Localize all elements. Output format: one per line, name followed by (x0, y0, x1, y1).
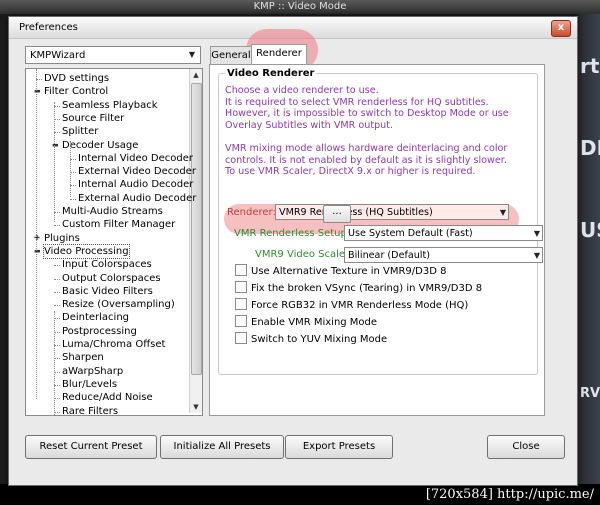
tree-connector (70, 198, 76, 200)
tree-connector (54, 265, 60, 267)
setup-value: Use System Default (Fast) (348, 228, 473, 239)
tree-connector (54, 291, 60, 293)
export-presets-button[interactable]: Export Presets (285, 435, 393, 459)
setup-label: VMR Renderless Setup: (234, 228, 351, 239)
tree-item[interactable]: Rare Filters (62, 405, 118, 416)
scroll-down-icon[interactable]: ▼ (190, 401, 202, 413)
tree-item[interactable]: External Audio Decoder (78, 192, 196, 205)
preset-select[interactable]: KMPWizard ▼ (25, 46, 201, 64)
bg-fragment-3: US (580, 218, 600, 242)
checkbox-alt-texture[interactable]: Use Alternative Texture in VMR9/D3D 8 (235, 264, 447, 279)
tree-item[interactable]: ▬ Filter Control (34, 85, 108, 98)
scroll-thumb[interactable] (191, 83, 202, 375)
checkbox-icon[interactable] (235, 315, 247, 327)
tree-item[interactable]: Custom Filter Manager (62, 218, 175, 231)
info-text: controls. It is not enabled by default a… (225, 154, 507, 166)
checkbox-label: Use Alternative Texture in VMR9/D3D 8 (251, 266, 447, 277)
tree-item[interactable]: Internal Video Decoder (78, 152, 193, 165)
info-text: VMR mixing mode allows hardware deinterl… (225, 143, 508, 154)
checkbox-label: Force RGB32 in VMR Renderless Mode (HQ) (251, 300, 469, 311)
tree-guide-line (54, 311, 55, 415)
tree-item[interactable]: Source Filter (62, 112, 124, 125)
tree-item[interactable]: ▬ Decoder Usage (52, 139, 138, 152)
tree-connector (54, 225, 60, 227)
close-button[interactable]: Close (487, 435, 565, 459)
tree-item[interactable]: Deinterlacing (62, 311, 129, 324)
info-text: Choose a video renderer to use. (225, 85, 379, 96)
tree-item[interactable]: Basic Video Filters (62, 285, 153, 298)
checkbox-label: Enable VMR Mixing Mode (251, 317, 378, 328)
tree-connector (54, 305, 60, 307)
chevron-down-icon: ▼ (188, 50, 196, 59)
tree-item[interactable]: ✚ Plugins (34, 232, 80, 245)
collapse-icon[interactable]: ▬ (52, 139, 59, 152)
group-title: Video Renderer (225, 68, 317, 79)
tree-item[interactable]: Reduce/Add Noise (62, 391, 153, 404)
tree-item[interactable]: Splitter (62, 125, 98, 138)
tree-item[interactable]: Postprocessing (62, 325, 137, 338)
info-text: Overlay Subtitles with VMR output. (225, 119, 394, 131)
tree-item[interactable]: Blur/Levels (62, 378, 117, 391)
tree-item[interactable]: Internal Audio Decoder (78, 178, 193, 191)
background-window-edge: rt DI US RVI (578, 14, 600, 484)
watermark: [720x584] http://upic.me/ (0, 484, 600, 505)
chevron-down-icon: ▼ (533, 229, 540, 238)
checkbox-icon[interactable] (235, 298, 247, 310)
tab-general[interactable]: General (210, 46, 252, 65)
renderer-options-button[interactable]: ... (323, 205, 351, 223)
bg-fragment-1: rt (580, 54, 600, 78)
tree-item[interactable]: aWarpSharp (62, 365, 123, 378)
info-text: It is required to select VMR renderless … (225, 96, 489, 108)
tree-item[interactable]: ▬ Video Processing (34, 243, 130, 259)
preset-value: KMPWizard (30, 50, 86, 61)
scaler-label: VMR9 Video Scaler: (255, 249, 353, 260)
tree-item[interactable]: DVD settings (44, 72, 109, 85)
checkbox-label: Switch to YUV Mixing Mode (251, 334, 388, 345)
tree-item[interactable]: Input Colorspaces (62, 258, 152, 271)
chevron-down-icon: ▼ (499, 208, 506, 217)
tree-guide-line (70, 141, 71, 197)
checkbox-force-rgb32[interactable]: Force RGB32 in VMR Renderless Mode (HQ) (235, 298, 469, 313)
renderer-label: Renderer: (227, 207, 276, 218)
checkbox-icon[interactable] (235, 332, 247, 344)
video-scaler-select[interactable]: Bilinear (Default) ▼ (344, 247, 543, 263)
checkbox-yuv-mixing[interactable]: Switch to YUV Mixing Mode (235, 332, 388, 347)
checkbox-label: Fix the broken VSync (Tearing) in VMR9/D… (251, 283, 483, 294)
tree-item[interactable]: Multi-Audio Streams (62, 205, 163, 218)
renderer-select[interactable]: VMR9 Renderless (HQ Subtitles) ▼ (275, 204, 509, 220)
renderer-value: VMR9 Renderless (HQ Subtitles) (279, 207, 433, 218)
chevron-down-icon: ▼ (533, 251, 540, 260)
collapse-icon[interactable]: ▬ (34, 85, 41, 98)
background-window-title: KMP :: Video Mode (0, 0, 600, 14)
checkbox-icon[interactable] (235, 281, 247, 293)
bg-fragment-2: DI (580, 136, 600, 160)
tree-item[interactable]: Luma/Chroma Offset (62, 338, 165, 351)
tree-guide-line (36, 69, 37, 399)
reset-preset-button[interactable]: Reset Current Preset (25, 435, 157, 459)
tree-item[interactable]: Resize (Oversampling) (62, 298, 175, 311)
tree-item[interactable]: Sharpen (62, 351, 104, 364)
tree-connector (54, 278, 60, 280)
tree-scrollbar[interactable]: ▲ ▼ (189, 69, 202, 413)
collapse-icon[interactable]: ▬ (34, 245, 41, 258)
tab-renderer[interactable]: Renderer (251, 44, 307, 65)
tree-guide-line (54, 102, 55, 222)
close-icon[interactable]: x (551, 20, 571, 37)
bg-fragment-4: RVI (580, 386, 600, 401)
tree-item[interactable]: Seamless Playback (62, 99, 158, 112)
scaler-value: Bilinear (Default) (348, 250, 430, 261)
tree-item[interactable]: External Video Decoder (78, 165, 196, 178)
settings-tree[interactable]: ▲ ▼ DVD settings ▬ Filter Control Seamless … (25, 68, 203, 416)
preferences-dialog: Preferences x KMPWizard ▼ ▲ ▼ DVD settin… (8, 16, 578, 486)
checkbox-fix-vsync[interactable]: Fix the broken VSync (Tearing) in VMR9/D… (235, 281, 483, 296)
checkbox-vmr-mixing[interactable]: Enable VMR Mixing Mode (235, 315, 378, 330)
tree-item[interactable]: Output Colorspaces (62, 272, 161, 285)
initialize-presets-button[interactable]: Initialize All Presets (160, 435, 284, 459)
info-text: However, it is impossible to switch to D… (225, 108, 509, 120)
info-text: To use VMR Scaler, DirectX 9.x or higher… (225, 166, 476, 178)
scroll-up-icon[interactable]: ▲ (190, 69, 202, 81)
renderless-setup-select[interactable]: Use System Default (Fast) ▼ (344, 225, 543, 241)
checkbox-icon[interactable] (235, 264, 247, 276)
